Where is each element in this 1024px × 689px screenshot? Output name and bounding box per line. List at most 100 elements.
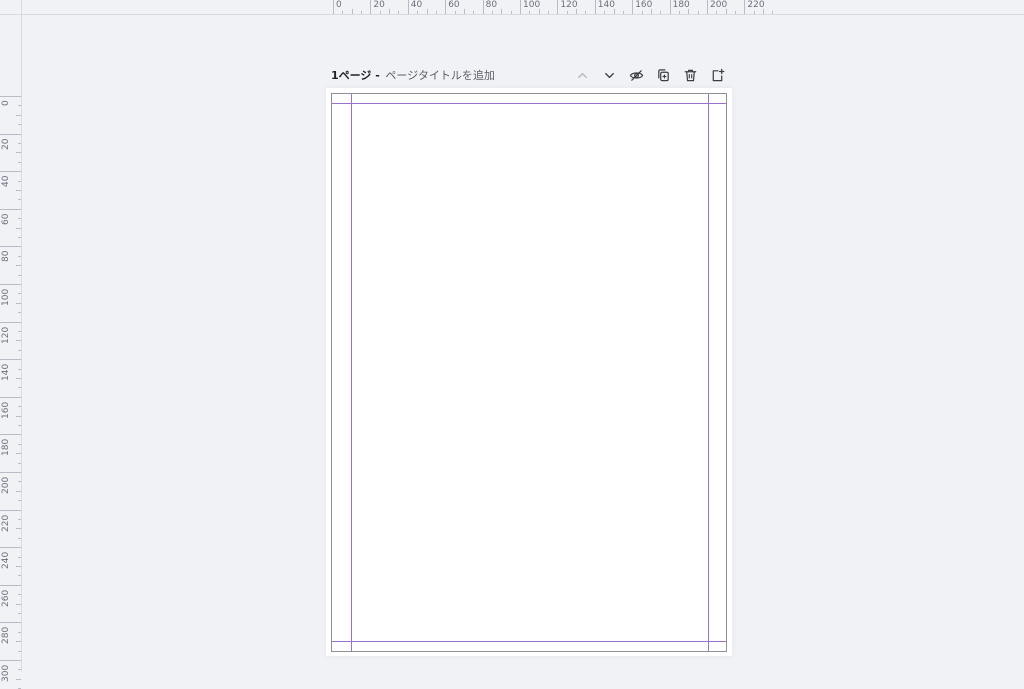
ruler-minor-tick [16,603,21,605]
ruler-label: 160 [635,0,653,10]
duplicate-icon [658,68,669,81]
ruler-minor-tick [18,218,21,220]
ruler-minor-tick [454,11,456,14]
ruler-label: 280 [1,627,11,645]
ruler-major-tick [0,321,21,323]
ruler-major-tick [707,0,708,14]
ruler-minor-tick [361,11,363,14]
ruler-minor-tick [18,199,21,201]
ruler-minor-tick [18,143,21,144]
ruler-major-tick [0,284,21,285]
ruler-minor-tick [473,11,475,14]
ruler-minor-tick [16,415,21,417]
ruler-minor-tick [576,9,578,14]
ruler-major-tick [0,547,21,549]
duplicate-page-button[interactable] [654,66,673,84]
ruler-label: 20 [373,0,385,10]
margin-guide-top [332,103,726,104]
ruler-label: 300 [1,664,11,682]
ruler-minor-tick [18,180,21,182]
ruler-minor-tick [18,631,21,633]
delete-page-button[interactable] [681,66,700,84]
ruler-minor-tick [16,152,21,154]
ruler-minor-tick [16,302,21,304]
ruler-label: 100 [1,288,11,306]
ruler-minor-tick [660,11,662,14]
ruler-label: 180 [1,439,11,457]
add-page-button[interactable] [708,66,727,84]
ruler-label: 60 [1,213,11,225]
ruler-major-tick [520,0,521,14]
ruler-label: 20 [1,138,11,150]
ruler-minor-tick [18,406,21,408]
ruler-major-tick [0,434,21,436]
ruler-label: 120 [1,326,11,344]
ruler-major-tick [0,622,21,624]
ruler-label: 140 [1,364,11,382]
ruler-label: 0 [1,100,11,106]
ruler-major-tick [0,396,21,398]
ruler-minor-tick [389,9,391,14]
ruler-minor-tick [772,11,774,14]
ruler-minor-tick [16,114,21,116]
ruler-major-tick [0,472,21,473]
page-number-label: 1ページ [331,69,372,82]
ruler-major-tick [744,0,746,14]
ruler-minor-tick [18,613,21,614]
ruler-label: 140 [597,0,615,10]
move-page-up-button[interactable] [573,66,592,84]
ruler-label: 160 [1,401,11,419]
ruler-minor-tick [351,9,353,14]
ruler-major-tick [0,584,21,586]
ruler-label: 260 [1,589,11,607]
ruler-minor-tick [426,9,428,14]
ruler-minor-tick [688,9,690,14]
horizontal-ruler[interactable]: 0 20 40 60 80 100 120 140 160 180 200 220 [0,0,1024,15]
ruler-major-tick [0,133,21,135]
ruler-minor-tick [566,11,568,14]
vertical-ruler[interactable]: 0 20 40 60 80 100 120 140 160 180 200 220 240 260 280 3… [0,0,22,689]
ruler-minor-tick [463,9,465,14]
ruler-major-tick [0,246,21,248]
design-page[interactable] [331,93,727,652]
ruler-label: 240 [1,552,11,570]
ruler-minor-tick [548,11,550,14]
ruler-major-tick [0,208,21,210]
ruler-minor-tick [716,11,718,14]
ruler-major-tick [669,0,671,14]
ruler-minor-tick [18,255,21,257]
eye-slash-icon [629,69,644,81]
ruler-minor-tick [763,9,765,14]
margin-guide-bottom [332,641,726,642]
move-page-down-button[interactable] [600,66,619,84]
page-title-input[interactable]: ページタイトルを追加 [385,69,495,82]
ruler-minor-tick [501,9,503,14]
ruler-minor-tick [18,368,21,370]
ruler-major-tick [0,171,21,173]
ruler-minor-tick [16,453,21,455]
ruler-minor-tick [16,227,21,229]
ruler-minor-tick [510,11,512,14]
ruler-major-tick [445,0,447,14]
ruler-minor-tick [16,265,21,267]
ruler-major-tick [407,0,409,14]
hide-page-button[interactable] [627,66,646,84]
ruler-minor-tick [379,11,381,14]
ruler-minor-tick [342,11,344,14]
ruler-minor-tick [585,11,587,14]
ruler-label: 0 [336,0,342,10]
ruler-minor-tick [16,190,21,191]
page-header: 1ページ - ページタイトルを追加 [331,66,727,84]
ruler-major-tick [0,509,21,511]
ruler-minor-tick [18,500,21,502]
ruler-minor-tick [641,11,643,14]
ruler-minor-tick [18,669,21,671]
ruler-label: 220 [747,0,765,10]
ruler-minor-tick [18,331,21,332]
ruler-minor-tick [18,124,21,126]
ruler-minor-tick [18,387,21,389]
ruler-major-tick [0,660,21,661]
ruler-minor-tick [18,274,21,276]
ruler-minor-tick [622,11,624,14]
ruler-minor-tick [435,11,437,14]
